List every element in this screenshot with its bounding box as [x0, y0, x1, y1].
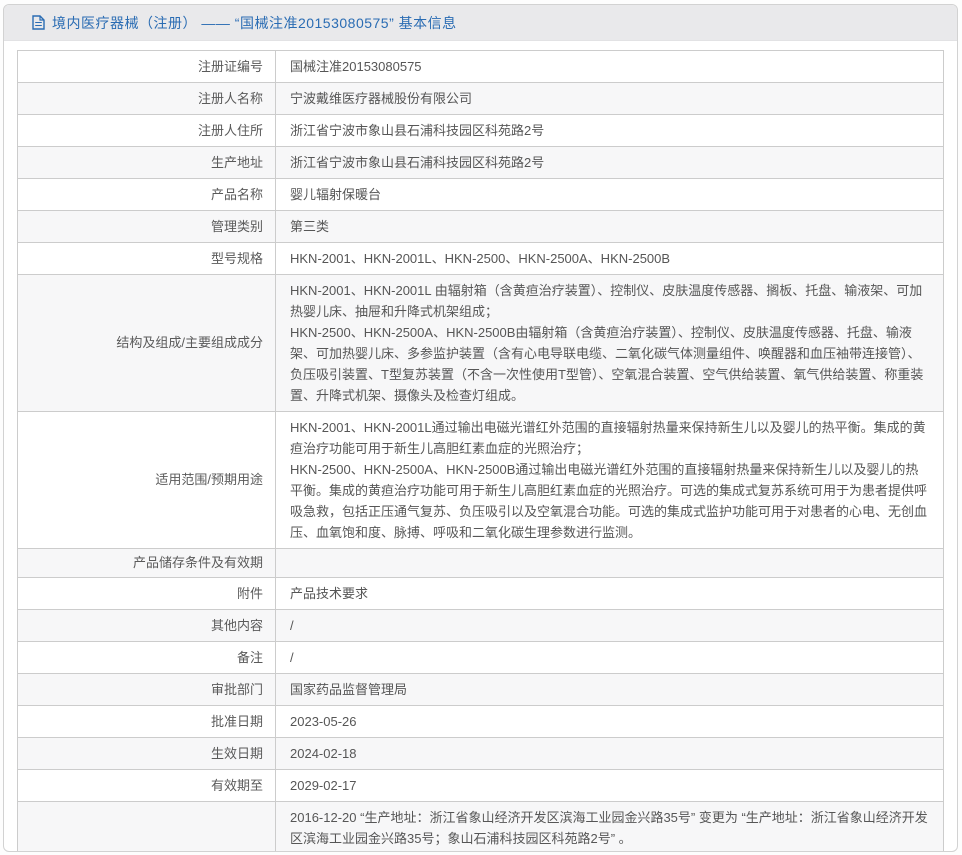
row-value: 2029-02-17	[275, 769, 944, 802]
table-row: 适用范围/预期用途 HKN-2001、HKN-2001L通过输出电磁光谱红外范围的…	[17, 411, 944, 549]
row-label: 结构及组成/主要组成成分	[17, 274, 276, 412]
row-value: HKN-2001、HKN-2001L通过输出电磁光谱红外范围的直接辐射热量来保持…	[275, 411, 944, 549]
row-label: 管理类别	[17, 210, 276, 243]
row-value: 第三类	[275, 210, 944, 243]
row-label: 产品名称	[17, 178, 276, 211]
table-row: 注册人名称 宁波戴维医疗器械股份有限公司	[17, 82, 944, 115]
row-value: HKN-2001、HKN-2001L、HKN-2500、HKN-2500A、HK…	[275, 242, 944, 275]
row-label: 生效日期	[17, 737, 276, 770]
row-value: HKN-2001、HKN-2001L 由辐射箱（含黄疸治疗装置）、控制仪、皮肤温…	[275, 274, 944, 412]
table-row: 批准日期 2023-05-26	[17, 705, 944, 738]
row-value: /	[275, 609, 944, 642]
row-label: 有效期至	[17, 769, 276, 802]
row-label: 备注	[17, 641, 276, 674]
row-label: 适用范围/预期用途	[17, 411, 276, 549]
table-row: 产品名称 婴儿辐射保暖台	[17, 178, 944, 211]
row-value	[275, 548, 944, 578]
row-value: 宁波戴维医疗器械股份有限公司	[275, 82, 944, 115]
row-label: 批准日期	[17, 705, 276, 738]
row-label: 审批部门	[17, 673, 276, 706]
table-row: 备注 /	[17, 641, 944, 674]
row-value: 婴儿辐射保暖台	[275, 178, 944, 211]
registration-info-table: 注册证编号 国械注准20153080575 注册人名称 宁波戴维医疗器械股份有限公司注…	[17, 50, 944, 851]
row-label: 其他内容	[17, 609, 276, 642]
row-label: 产品储存条件及有效期	[17, 548, 276, 578]
table-row: 审批部门 国家药品监督管理局	[17, 673, 944, 706]
table-row: 管理类别 第三类	[17, 210, 944, 243]
table-row: 产品储存条件及有效期	[17, 548, 944, 578]
table-row: 结构及组成/主要组成成分 HKN-2001、HKN-2001L 由辐射箱（含黄疸治…	[17, 274, 944, 412]
row-value: /	[275, 641, 944, 674]
record-card: 境内医疗器械（注册） —— “国械注准20153080575” 基本信息 注册证…	[3, 4, 958, 852]
table-wrap: 注册证编号 国械注准20153080575 注册人名称 宁波戴维医疗器械股份有限公司注…	[4, 41, 957, 851]
row-value: 2023-05-26	[275, 705, 944, 738]
row-label: 注册证编号	[17, 50, 276, 83]
row-label: 变更情况	[17, 801, 276, 851]
row-value: 产品技术要求	[275, 577, 944, 610]
table-row: 生产地址 浙江省宁波市象山县石浦科技园区科苑路2号	[17, 146, 944, 179]
row-label: 附件	[17, 577, 276, 610]
row-value: 国械注准20153080575	[275, 50, 944, 83]
row-label: 生产地址	[17, 146, 276, 179]
table-row: 附件 产品技术要求	[17, 577, 944, 610]
row-label: 注册人名称	[17, 82, 276, 115]
document-icon	[32, 15, 45, 30]
card-header: 境内医疗器械（注册） —— “国械注准20153080575” 基本信息	[4, 5, 957, 41]
table-row: 有效期至 2029-02-17	[17, 769, 944, 802]
row-value: 2024-02-18	[275, 737, 944, 770]
table-row: 其他内容 /	[17, 609, 944, 642]
table-row: 注册人住所 浙江省宁波市象山县石浦科技园区科苑路2号	[17, 114, 944, 147]
row-value: 浙江省宁波市象山县石浦科技园区科苑路2号	[275, 146, 944, 179]
table-row: 生效日期 2024-02-18	[17, 737, 944, 770]
table-row: 变更情况2016-12-20 “生产地址：浙江省象山经济开发区滨海工业园金兴路3…	[17, 801, 944, 851]
row-value: 浙江省宁波市象山县石浦科技园区科苑路2号	[275, 114, 944, 147]
info-table-body: 注册证编号 国械注准20153080575 注册人名称 宁波戴维医疗器械股份有限公司注…	[17, 50, 944, 851]
table-row: 型号规格 HKN-2001、HKN-2001L、HKN-2500、HKN-2500…	[17, 242, 944, 275]
row-value: 2016-12-20 “生产地址：浙江省象山经济开发区滨海工业园金兴路35号” …	[275, 801, 944, 851]
row-value: 国家药品监督管理局	[275, 673, 944, 706]
table-row: 注册证编号 国械注准20153080575	[17, 50, 944, 83]
row-label: 注册人住所	[17, 114, 276, 147]
row-label: 型号规格	[17, 242, 276, 275]
page-title: 境内医疗器械（注册） —— “国械注准20153080575” 基本信息	[52, 14, 457, 31]
